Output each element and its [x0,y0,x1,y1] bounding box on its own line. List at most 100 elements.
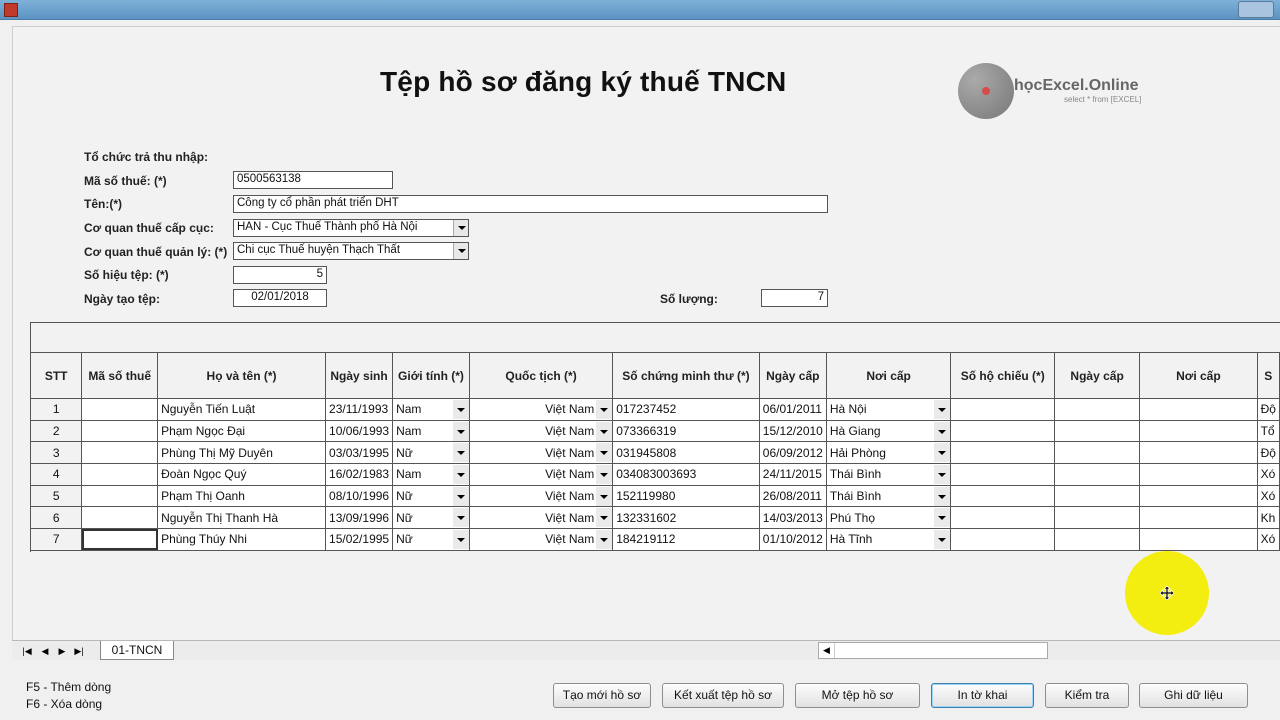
cell-issue-date[interactable]: 14/03/2013 [758,506,827,530]
cell-passport-place[interactable] [1139,463,1258,486]
chevron-down-icon[interactable] [596,486,612,506]
cell-passport[interactable] [950,528,1055,551]
cell-issue-date[interactable]: 01/10/2012 [758,528,827,551]
cell-passport[interactable] [950,506,1055,530]
cell-extra[interactable]: Xó [1256,463,1280,486]
cell-dob[interactable]: 15/02/1995 [325,528,394,551]
tax-code-field[interactable]: 0500563138 [233,171,393,189]
cell-passport-date[interactable] [1053,419,1141,443]
company-name-field[interactable]: Công ty cổ phần phát triển DHT [233,195,828,213]
chevron-down-icon[interactable] [934,421,950,441]
cell-full-name[interactable]: Phạm Thị Oanh [157,484,327,508]
mgr-select[interactable]: Chi cục Thuế huyện Thạch Thất [233,242,469,260]
chevron-down-icon[interactable] [934,486,950,506]
cell-issue-place[interactable]: Hải Phòng [825,441,952,465]
chevron-down-icon[interactable] [452,465,469,485]
cell-tax-code[interactable] [81,506,159,530]
table-row[interactable]: 6 Nguyễn Thị Thanh Hà 13/09/1996 Nữ Việt Nam… [29,506,1280,530]
cell-passport-place[interactable] [1139,419,1258,443]
cell-nationality[interactable]: Việt Nam [468,398,614,421]
cell-tax-code[interactable] [81,441,159,465]
cell-nationality[interactable]: Việt Nam [468,528,614,551]
cell-nationality[interactable]: Việt Nam [468,419,614,443]
cell-passport-date[interactable] [1053,506,1141,530]
cell-dob[interactable]: 23/11/1993 [325,398,394,421]
cell-nationality[interactable]: Việt Nam [468,441,614,465]
cell-extra[interactable]: Xó [1256,528,1280,551]
cell-passport[interactable] [950,441,1055,465]
first-sheet-icon[interactable]: |◀ [20,644,34,658]
cell-passport[interactable] [950,463,1055,486]
chevron-down-icon[interactable] [934,400,950,419]
chevron-down-icon[interactable] [934,530,950,550]
table-row[interactable]: 5 Phạm Thị Oanh 08/10/1996 Nữ Việt Nam 152119… [29,484,1280,508]
cell-extra[interactable]: Xó [1256,484,1280,508]
cell-id-number[interactable]: 031945808 [612,441,760,465]
dept-select[interactable]: HAN - Cục Thuế Thành phố Hà Nội [233,219,469,237]
cell-gender[interactable]: Nữ [392,528,470,551]
cell-id-number[interactable]: 034083003693 [612,463,760,486]
chevron-down-icon[interactable] [934,443,950,463]
cell-passport-date[interactable] [1053,484,1141,508]
chevron-down-icon[interactable] [596,530,612,550]
cell-full-name[interactable]: Nguyễn Tiến Luật [157,398,327,421]
cell-tax-code[interactable] [81,463,159,486]
table-row[interactable]: 1 Nguyễn Tiến Luật 23/11/1993 Nam Việt Nam 01… [29,398,1280,421]
chevron-down-icon[interactable] [596,400,612,419]
count-field[interactable]: 7 [761,289,828,307]
save-button[interactable]: Ghi dữ liệu [1139,683,1248,708]
horizontal-scrollbar[interactable]: ◀ [818,642,1048,659]
cell-passport-date[interactable] [1053,398,1141,421]
cell-dob[interactable]: 03/03/1995 [325,441,394,465]
cell-gender[interactable]: Nữ [392,441,470,465]
scroll-left-icon[interactable]: ◀ [819,643,835,658]
cell-passport-date[interactable] [1053,441,1141,465]
cell-id-number[interactable]: 132331602 [612,506,760,530]
cell-id-number[interactable]: 073366319 [612,419,760,443]
chevron-down-icon[interactable] [596,443,612,463]
cell-passport[interactable] [950,419,1055,443]
chevron-down-icon[interactable] [452,530,469,550]
chevron-down-icon[interactable] [452,421,469,441]
cell-tax-code[interactable] [81,484,159,508]
cell-passport-place[interactable] [1139,484,1258,508]
cell-dob[interactable]: 13/09/1996 [325,506,394,530]
sheet-tab-01-tncn[interactable]: 01-TNCN [100,641,174,660]
cell-tax-code[interactable] [81,398,159,421]
cell-extra[interactable]: Độ [1256,441,1280,465]
chevron-down-icon[interactable] [452,486,469,506]
chevron-down-icon[interactable] [452,443,469,463]
cell-issue-date[interactable]: 06/01/2011 [758,398,827,421]
cell-gender[interactable]: Nam [392,463,470,486]
cell-passport-place[interactable] [1139,506,1258,530]
chevron-down-icon[interactable] [596,508,612,528]
print-button[interactable]: In tờ khai [931,683,1034,708]
cell-issue-place[interactable]: Hà Nội [825,398,952,421]
cell-issue-place[interactable]: Hà Giang [825,419,952,443]
cell-nationality[interactable]: Việt Nam [468,506,614,530]
table-row[interactable]: 3 Phùng Thị Mỹ Duyên 03/03/1995 Nữ Việt Nam 0… [29,441,1280,465]
chevron-down-icon[interactable] [453,243,468,259]
cell-issue-date[interactable]: 26/08/2011 [758,484,827,508]
table-row[interactable]: 7 Phùng Thúy Nhi 15/02/1995 Nữ Việt Nam 18421… [29,528,1280,551]
minimize-button[interactable] [1238,1,1274,18]
cell-passport-place[interactable] [1139,441,1258,465]
cell-passport[interactable] [950,484,1055,508]
table-row[interactable]: 4 Đoàn Ngọc Quý 16/02/1983 Nam Việt Nam 03408… [29,463,1280,486]
cell-passport-date[interactable] [1053,528,1141,551]
cell-gender[interactable]: Nữ [392,484,470,508]
cell-issue-place[interactable]: Thái Bình [825,463,952,486]
cell-nationality[interactable]: Việt Nam [468,484,614,508]
cell-passport-date[interactable] [1053,463,1141,486]
cell-passport-place[interactable] [1139,398,1258,421]
next-sheet-icon[interactable]: ▶ [55,644,69,658]
cell-nationality[interactable]: Việt Nam [468,463,614,486]
cell-gender[interactable]: Nam [392,419,470,443]
cell-issue-date[interactable]: 06/09/2012 [758,441,827,465]
prev-sheet-icon[interactable]: ◀ [38,644,52,658]
cell-full-name[interactable]: Đoàn Ngọc Quý [157,463,327,486]
cell-passport-place[interactable] [1139,528,1258,551]
last-sheet-icon[interactable]: ▶| [72,644,86,658]
cell-dob[interactable]: 10/06/1993 [325,419,394,443]
cell-dob[interactable]: 16/02/1983 [325,463,394,486]
